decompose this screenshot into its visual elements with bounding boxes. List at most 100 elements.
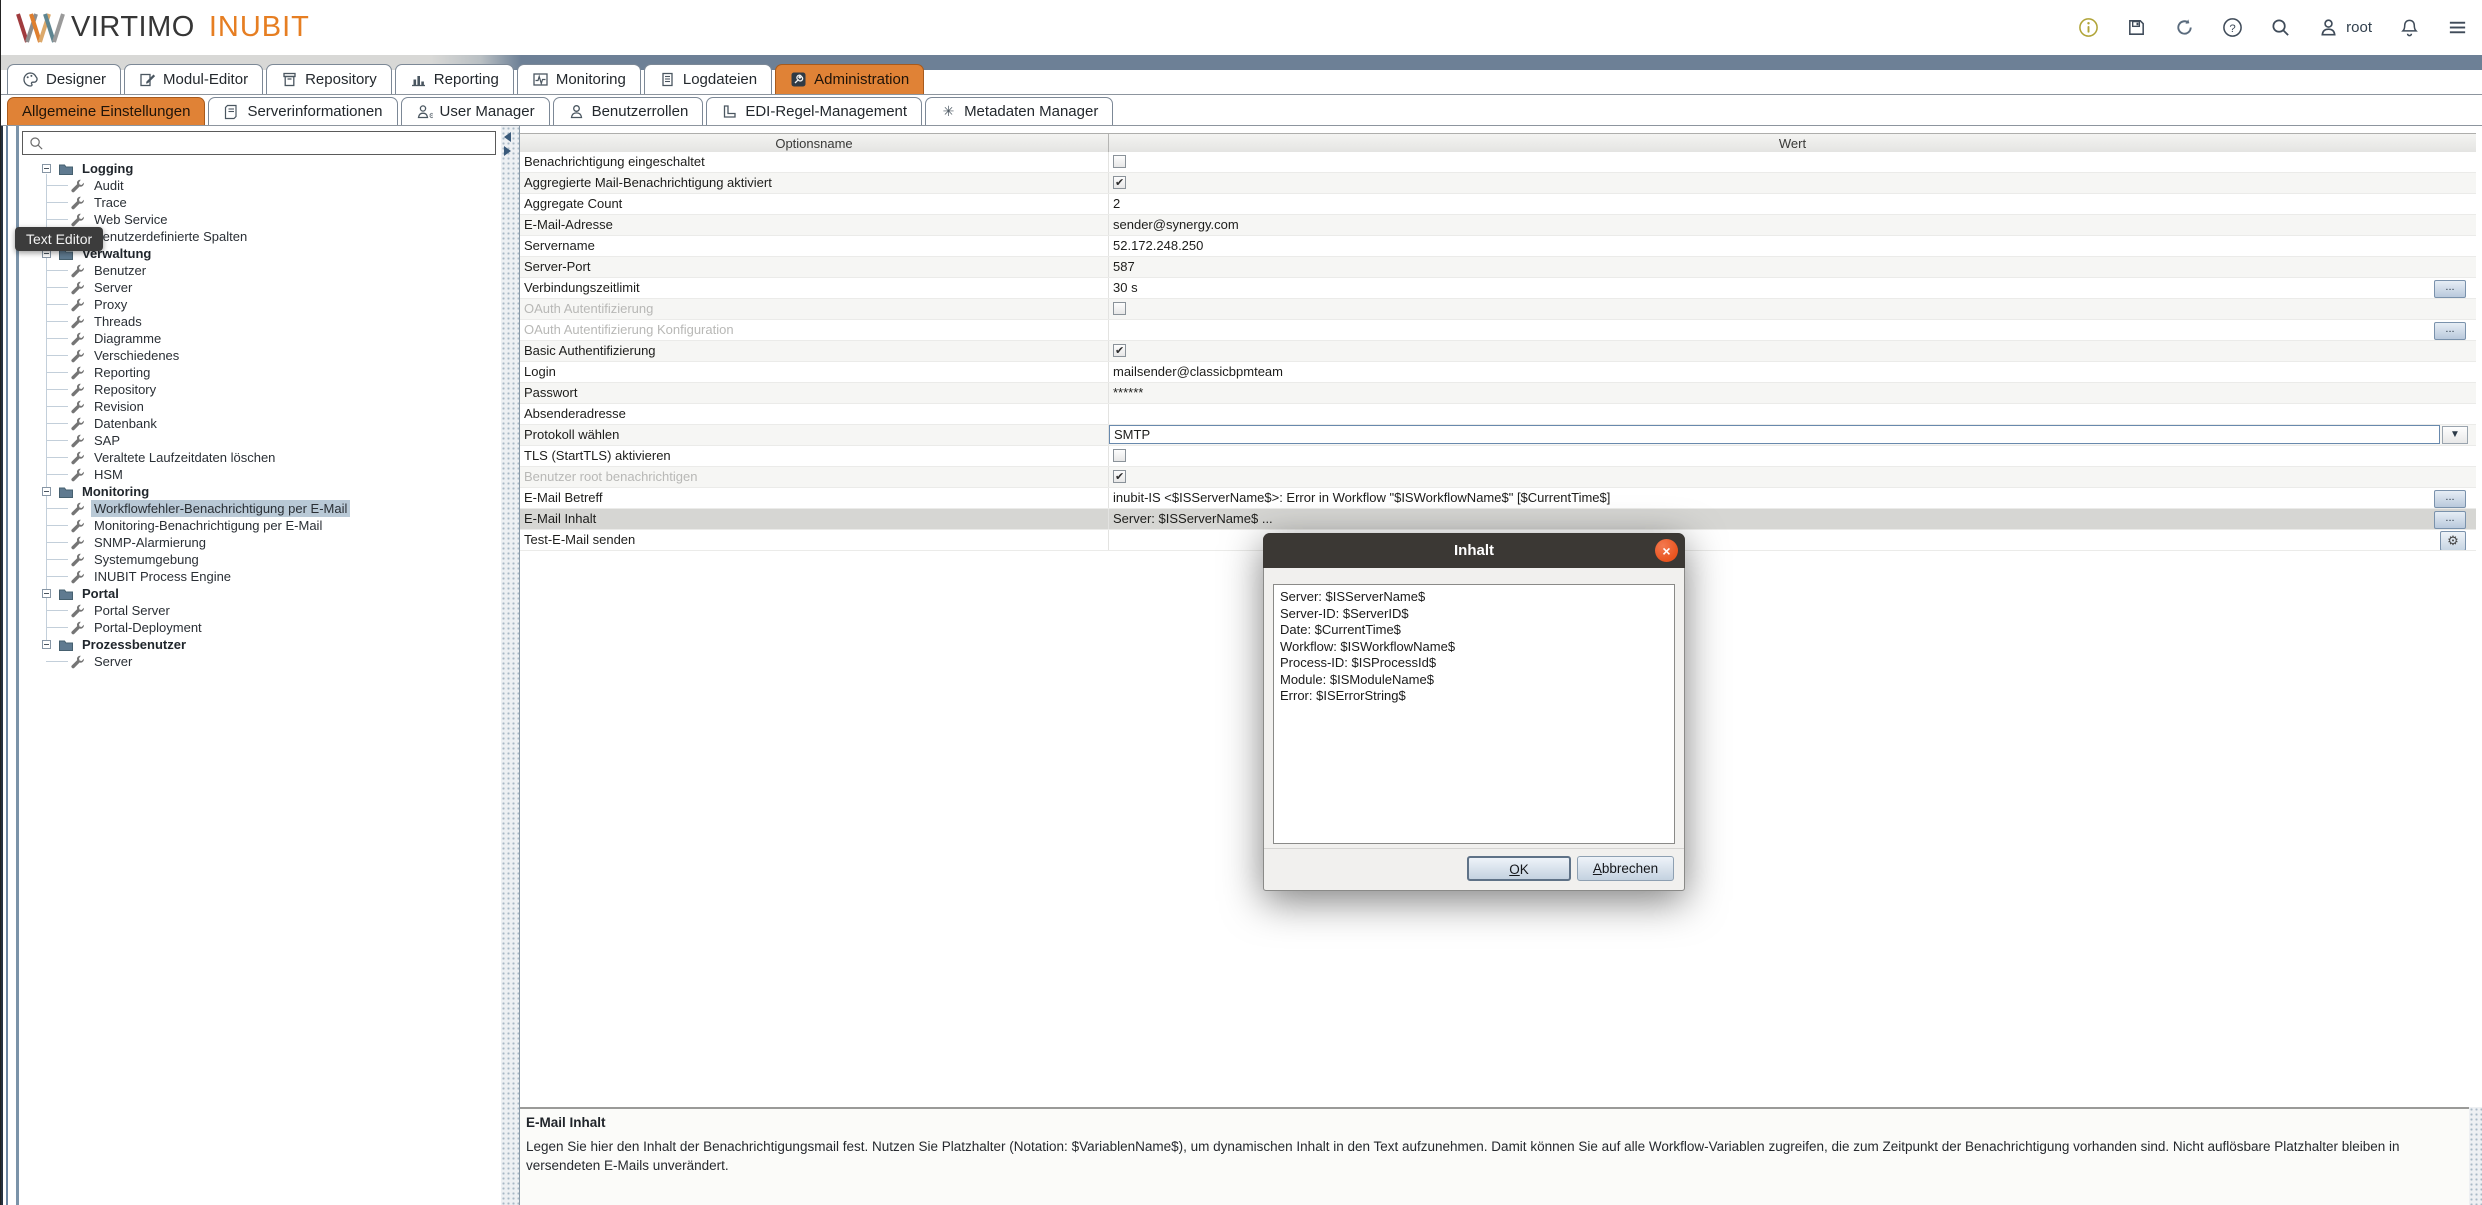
menu-icon[interactable] <box>2447 17 2468 38</box>
option-row-e-mail-betreff[interactable]: E-Mail Betreffinubit-IS <$ISServerName$>… <box>520 488 2476 509</box>
tree-item-reporting[interactable]: Reporting <box>22 364 497 381</box>
option-row-absenderadresse[interactable]: Absenderadresse <box>520 404 2476 425</box>
tree-item-verschiedenes[interactable]: Verschiedenes <box>22 347 497 364</box>
tree-item-diagramme[interactable]: Diagramme <box>22 330 497 347</box>
description-scrollbar[interactable] <box>2469 1107 2482 1205</box>
option-value[interactable]: sender@synergy.com <box>1108 215 2476 235</box>
dialog-titlebar[interactable]: Inhalt × <box>1263 533 1685 568</box>
option-row-benutzer-root-benachrichtigen[interactable]: Benutzer root benachrichtigen <box>520 467 2476 488</box>
notifications-icon[interactable] <box>2399 17 2420 38</box>
subtab-metadaten-manager[interactable]: ✳Metadaten Manager <box>925 97 1113 125</box>
collapse-icon[interactable] <box>42 640 51 649</box>
option-row-tls-starttls-aktivieren[interactable]: TLS (StartTLS) aktivieren <box>520 446 2476 467</box>
option-value[interactable] <box>1108 152 2476 172</box>
tree-item-prozessbenutzer[interactable]: Prozessbenutzer <box>22 636 497 653</box>
checkbox-unchecked[interactable] <box>1113 302 1126 315</box>
option-row-aggregate-count[interactable]: Aggregate Count2 <box>520 194 2476 215</box>
column-header-wert[interactable]: Wert <box>1109 134 2476 153</box>
tree-item-server[interactable]: Server <box>22 279 497 296</box>
tree-item-veraltete-laufzeitdaten-l-schen[interactable]: Veraltete Laufzeitdaten löschen <box>22 449 497 466</box>
tab-logdateien[interactable]: Logdateien <box>644 64 772 94</box>
tree-item-logging[interactable]: Logging <box>22 160 497 177</box>
cancel-button[interactable]: Abbrechen <box>1577 856 1674 881</box>
option-row-server-port[interactable]: Server-Port587 <box>520 257 2476 278</box>
send-test-mail-button[interactable]: ⚙ <box>2440 531 2466 550</box>
option-value[interactable]: 52.172.248.250 <box>1108 236 2476 256</box>
tree-item-benutzer[interactable]: Benutzer <box>22 262 497 279</box>
option-value[interactable]: 2 <box>1108 194 2476 214</box>
tab-monitoring[interactable]: Monitoring <box>517 64 641 94</box>
collapse-icon[interactable] <box>42 589 51 598</box>
option-value[interactable] <box>1108 173 2476 193</box>
tree-item-portal[interactable]: Portal <box>22 585 497 602</box>
tab-modul-editor[interactable]: Modul-Editor <box>124 64 263 94</box>
tab-administration[interactable]: Administration <box>775 64 924 94</box>
option-value[interactable]: ... <box>1108 320 2476 340</box>
tree-item-systemumgebung[interactable]: Systemumgebung <box>22 551 497 568</box>
option-value[interactable] <box>1108 341 2476 361</box>
tree-item-monitoring-benachrichtigung-per-e-mail[interactable]: Monitoring-Benachrichtigung per E-Mail <box>22 517 497 534</box>
open-editor-button[interactable]: ... <box>2434 511 2466 529</box>
tab-reporting[interactable]: Reporting <box>395 64 514 94</box>
option-value[interactable] <box>1108 467 2476 487</box>
option-row-e-mail-inhalt[interactable]: E-Mail InhaltServer: $ISServerName$ ....… <box>520 509 2476 530</box>
subtab-benutzerrollen[interactable]: Benutzerrollen <box>553 97 704 125</box>
checkbox-checked[interactable] <box>1113 176 1126 189</box>
option-value[interactable]: SMTP▼ <box>1108 425 2476 445</box>
tree-item-portal-server[interactable]: Portal Server <box>22 602 497 619</box>
subtab-allgemeine-einstellungen[interactable]: Allgemeine Einstellungen <box>7 97 205 125</box>
open-editor-button[interactable]: ... <box>2434 280 2466 298</box>
option-value[interactable] <box>1108 404 2476 424</box>
option-row-aggregierte-mail-benachrichtigung-aktiviert[interactable]: Aggregierte Mail-Benachrichtigung aktivi… <box>520 173 2476 194</box>
option-value[interactable]: 587 <box>1108 257 2476 277</box>
checkbox-checked[interactable] <box>1113 470 1126 483</box>
panel-splitter[interactable] <box>501 126 519 1205</box>
option-value[interactable]: 30 s... <box>1108 278 2476 298</box>
tree-item-audit[interactable]: Audit <box>22 177 497 194</box>
checkbox-unchecked[interactable] <box>1113 449 1126 462</box>
option-row-basic-authentifizierung[interactable]: Basic Authentifizierung <box>520 341 2476 362</box>
option-row-benachrichtigung-eingeschaltet[interactable]: Benachrichtigung eingeschaltet <box>520 152 2476 173</box>
combobox-arrow-icon[interactable]: ▼ <box>2442 426 2468 444</box>
option-row-e-mail-adresse[interactable]: E-Mail-Adressesender@synergy.com <box>520 215 2476 236</box>
tree-item-web-service[interactable]: Web Service <box>22 211 497 228</box>
collapse-left-icon[interactable] <box>504 132 511 142</box>
option-row-oauth-autentifizierung[interactable]: OAuth Autentifizierung <box>520 299 2476 320</box>
option-value[interactable] <box>1108 446 2476 466</box>
tree-item-snmp-alarmierung[interactable]: SNMP-Alarmierung <box>22 534 497 551</box>
tree-item-repository[interactable]: Repository <box>22 381 497 398</box>
checkbox-unchecked[interactable] <box>1113 155 1126 168</box>
option-row-servername[interactable]: Servername52.172.248.250 <box>520 236 2476 257</box>
option-row-passwort[interactable]: Passwort****** <box>520 383 2476 404</box>
option-value[interactable]: Server: $ISServerName$ ...... <box>1108 509 2476 529</box>
search-icon[interactable] <box>2270 17 2291 38</box>
subtab-edi-regel-management[interactable]: EDI-Regel-Management <box>706 97 922 125</box>
option-row-protokoll-w-hlen[interactable]: Protokoll wählenSMTP▼ <box>520 425 2476 446</box>
ok-button[interactable]: OK <box>1467 856 1571 881</box>
collapse-icon[interactable] <box>42 164 51 173</box>
protocol-combobox[interactable]: SMTP <box>1109 425 2440 444</box>
refresh-icon[interactable] <box>2174 17 2195 38</box>
tree-search-input[interactable] <box>44 133 495 153</box>
tree-item-portal-deployment[interactable]: Portal-Deployment <box>22 619 497 636</box>
tree-item-threads[interactable]: Threads <box>22 313 497 330</box>
tab-repository[interactable]: Repository <box>266 64 392 94</box>
info-icon[interactable] <box>2078 17 2099 38</box>
tree-item-hsm[interactable]: HSM <box>22 466 497 483</box>
tree-item-revision[interactable]: Revision <box>22 398 497 415</box>
option-row-login[interactable]: Loginmailsender@classicbpmteam <box>520 362 2476 383</box>
option-value[interactable]: ****** <box>1108 383 2476 403</box>
option-row-oauth-autentifizierung-konfiguration[interactable]: OAuth Autentifizierung Konfiguration... <box>520 320 2476 341</box>
tab-designer[interactable]: Designer <box>7 64 121 94</box>
tree-item-datenbank[interactable]: Datenbank <box>22 415 497 432</box>
column-header-optionsname[interactable]: Optionsname <box>520 134 1109 153</box>
tree-item-sap[interactable]: SAP <box>22 432 497 449</box>
subtab-serverinformationen[interactable]: Serverinformationen <box>208 97 397 125</box>
option-value[interactable]: inubit-IS <$ISServerName$>: Error in Wor… <box>1108 488 2476 508</box>
checkbox-checked[interactable] <box>1113 344 1126 357</box>
expand-right-icon[interactable] <box>504 146 511 156</box>
tree-item-monitoring[interactable]: Monitoring <box>22 483 497 500</box>
open-editor-button[interactable]: ... <box>2434 322 2466 340</box>
tree-item-workflowfehler-benachrichtigung-per-e-mail[interactable]: Workflowfehler-Benachrichtigung per E-Ma… <box>22 500 497 517</box>
close-icon[interactable]: × <box>1655 539 1678 562</box>
